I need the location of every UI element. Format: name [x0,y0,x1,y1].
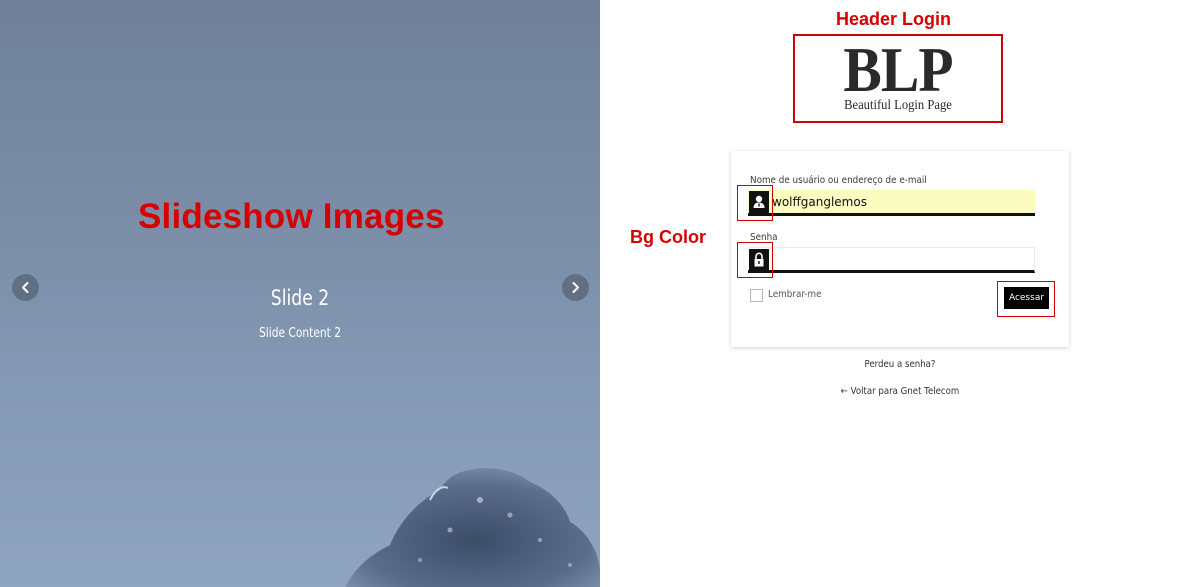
slide-title: Slide 2 [270,286,330,310]
username-label: Nome de usuário ou endereço de e-mail [750,175,927,186]
login-logo[interactable]: BLP Beautiful Login Page [793,34,1003,123]
lock-icon-highlight [737,242,773,278]
login-submit-button[interactable]: Acessar [1004,287,1049,309]
slideshow-prev-button[interactable] [12,274,39,301]
slideshow: Slideshow Images Slide 2 Slide Content 2 [0,0,600,587]
login-form: Nome de usuário ou endereço de e-mail Se… [731,151,1069,347]
slide-background-tree [345,468,600,587]
chevron-right-icon [572,282,579,293]
username-field-wrap [748,190,1035,216]
lost-password-link[interactable]: Perdeu a senha? [814,359,986,370]
password-input[interactable] [772,248,1032,271]
remember-me-label[interactable]: Lembrar-me [768,289,822,300]
logo-title: BLP [843,34,953,105]
slide-content: Slide Content 2 [259,326,341,341]
header-login-annotation: Header Login [836,9,952,29]
back-to-site-link[interactable]: ← Voltar para Gnet Telecom [814,386,986,397]
bg-color-annotation: Bg Color [630,227,706,247]
chevron-left-icon [22,282,29,293]
logo-subtitle: Beautiful Login Page [844,98,952,113]
slideshow-next-button[interactable] [562,274,589,301]
username-input[interactable] [772,190,1032,213]
slideshow-annotation: Slideshow Images [138,197,445,236]
user-icon-highlight [737,185,773,221]
remember-me-checkbox[interactable] [750,289,763,302]
password-field-wrap [748,247,1035,273]
